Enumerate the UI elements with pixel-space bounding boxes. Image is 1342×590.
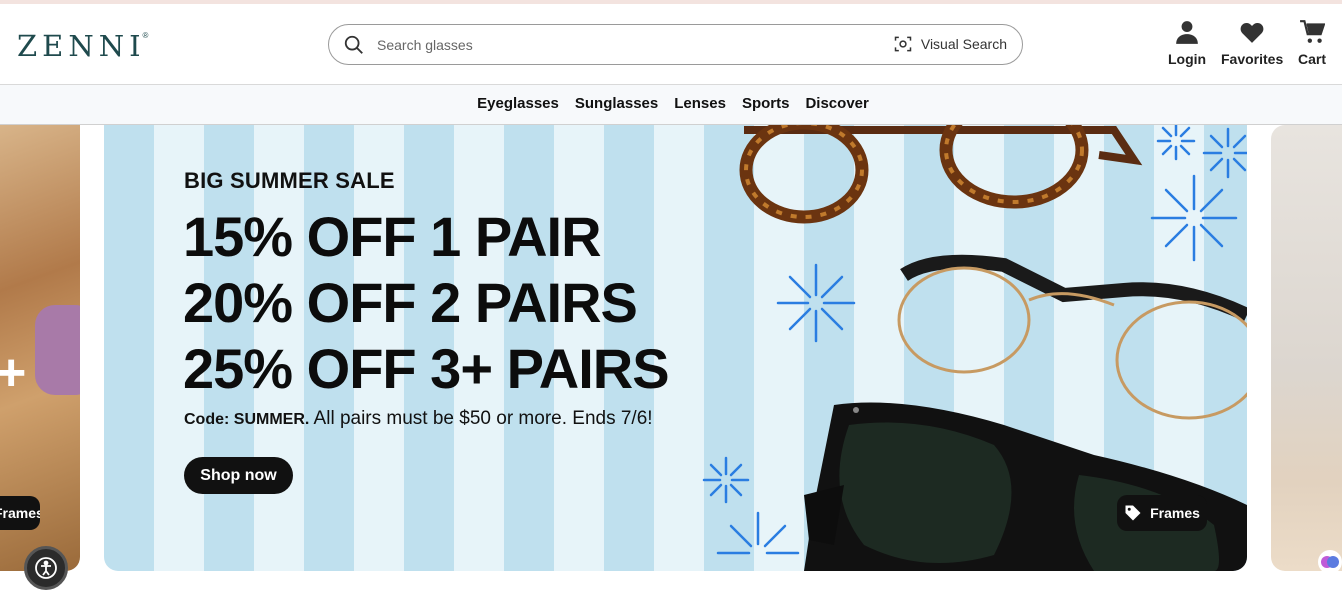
user-icon [1176, 21, 1198, 44]
offer-line-2: 20% OFF 2 PAIRS [183, 271, 638, 334]
next-slide-image[interactable] [1271, 125, 1342, 571]
logo-text: ZENNI [17, 29, 146, 63]
model-shirt [35, 305, 80, 395]
browline-eyeglasses-image [897, 254, 1247, 420]
login-label: Login [1168, 51, 1207, 67]
prev-slide-frames-pill[interactable]: Frames [0, 496, 40, 530]
promo-code-text: Code: SUMMER. All pairs must be $50 or m… [184, 408, 653, 430]
nav-item-sunglasses[interactable]: Sunglasses [575, 95, 658, 124]
frames-tag-label: Frames [1150, 505, 1200, 521]
hero-banner[interactable]: BIG SUMMER SALE 15% OFF 1 PAIR 20% OFF 2… [104, 125, 1247, 571]
favorites-label: Favorites [1221, 51, 1284, 67]
search-bar: Visual Search [328, 24, 1023, 65]
cart-button[interactable]: Cart [1298, 19, 1326, 67]
visual-search-button[interactable]: Visual Search [893, 34, 1007, 54]
offer-line-1: 15% OFF 1 PAIR [183, 205, 602, 268]
registered-mark: ® [142, 31, 149, 40]
frames-tag-button[interactable]: Frames [1117, 495, 1207, 531]
assistant-brain-icon[interactable] [1318, 550, 1342, 574]
search-icon[interactable] [343, 34, 365, 56]
plus-icon: + [0, 344, 27, 402]
visual-search-label: Visual Search [920, 36, 1007, 52]
offer-line-3: 25% OFF 3+ PAIRS [183, 337, 670, 400]
cart-icon [1300, 20, 1325, 43]
nav-item-discover[interactable]: Discover [805, 95, 868, 124]
nav-item-eyeglasses[interactable]: Eyeglasses [477, 95, 559, 124]
tag-icon [1125, 505, 1141, 521]
accessibility-icon [35, 557, 57, 579]
nav-item-sports[interactable]: Sports [742, 95, 790, 124]
site-header: ZENNI ® Visual Search Login Favorites Ca… [0, 4, 1342, 85]
promo-terms: All pairs must be $50 or more. Ends 7/6! [309, 408, 653, 429]
heart-icon [1240, 22, 1264, 43]
zenni-logo[interactable]: ZENNI ® [17, 29, 149, 63]
login-button[interactable]: Login [1168, 19, 1206, 67]
shop-now-button[interactable]: Shop now [184, 457, 293, 494]
black-sunglasses-image [804, 402, 1247, 571]
tortoise-eyeglasses-image [739, 125, 1143, 224]
main-nav: Eyeglasses Sunglasses Lenses Sports Disc… [0, 85, 1342, 125]
cart-label: Cart [1298, 51, 1327, 67]
search-input[interactable] [377, 33, 857, 57]
camera-scan-icon [894, 36, 912, 52]
sale-eyebrow: BIG SUMMER SALE [184, 168, 395, 193]
nav-item-lenses[interactable]: Lenses [674, 95, 726, 124]
accessibility-button[interactable] [24, 546, 68, 590]
favorites-button[interactable]: Favorites [1221, 19, 1283, 67]
promo-code: Code: SUMMER. [184, 411, 310, 428]
